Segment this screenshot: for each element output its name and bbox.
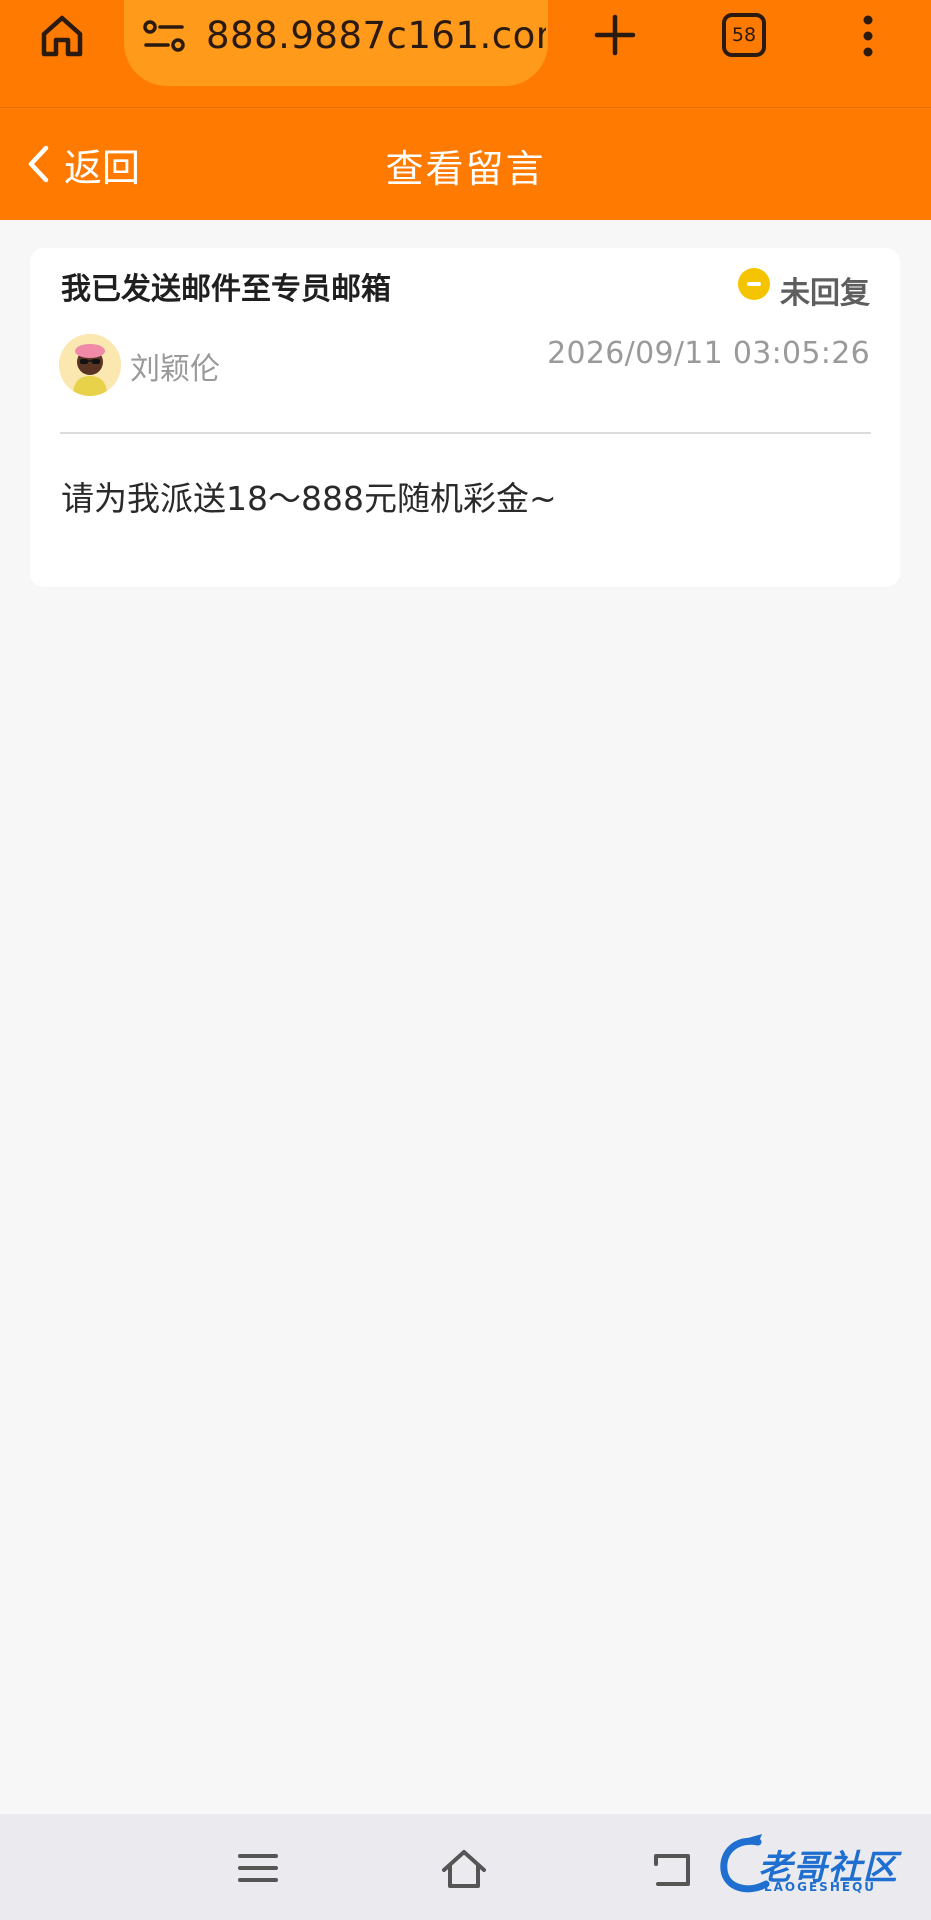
watermark-subtext: LAOGESHEQU <box>764 1880 877 1894</box>
site-settings-icon[interactable] <box>142 17 188 57</box>
back-nav-icon[interactable] <box>648 1844 696 1892</box>
status-text: 未回复 <box>780 276 870 311</box>
new-tab-button[interactable] <box>590 10 640 60</box>
message-body: 请为我派送18～888元随机彩金~ <box>61 479 557 518</box>
app-header: 返回 查看留言 <box>0 108 931 220</box>
avatar-image <box>59 334 121 396</box>
minus-circle-icon <box>738 268 770 300</box>
home-outline-icon[interactable] <box>440 1844 488 1892</box>
message-subject: 我已发送邮件至专员邮箱 <box>61 272 391 307</box>
message-timestamp: 2026/09/11 03:05:26 <box>547 336 870 371</box>
home-icon <box>41 15 83 57</box>
more-vertical-icon <box>863 15 873 57</box>
avatar <box>59 334 121 396</box>
browser-menu-button[interactable] <box>852 10 884 62</box>
author-name: 刘颖伦 <box>130 352 220 387</box>
browser-toolbar: 888.9887c161.com 58 <box>0 0 931 108</box>
tab-switcher-button[interactable]: 58 <box>722 13 766 57</box>
url-text[interactable]: 888.9887c161.com <box>206 14 546 57</box>
menu-icon[interactable] <box>234 1844 282 1892</box>
message-card: 我已发送邮件至专员邮箱 未回复 刘颖伦 2026/09/11 03:05:26 … <box>30 248 900 587</box>
page-title: 查看留言 <box>385 147 546 191</box>
browser-home-button[interactable] <box>36 10 88 62</box>
system-nav-bar: 老哥社区 LAOGESHEQU <box>0 1814 931 1920</box>
address-bar[interactable]: 888.9887c161.com <box>124 0 548 86</box>
plus-icon <box>594 14 636 56</box>
tab-count: 58 <box>731 24 757 46</box>
watermark-logo: 老哥社区 LAOGESHEQU <box>718 1832 928 1902</box>
reply-status: 未回复 <box>738 262 870 312</box>
divider <box>60 432 871 434</box>
